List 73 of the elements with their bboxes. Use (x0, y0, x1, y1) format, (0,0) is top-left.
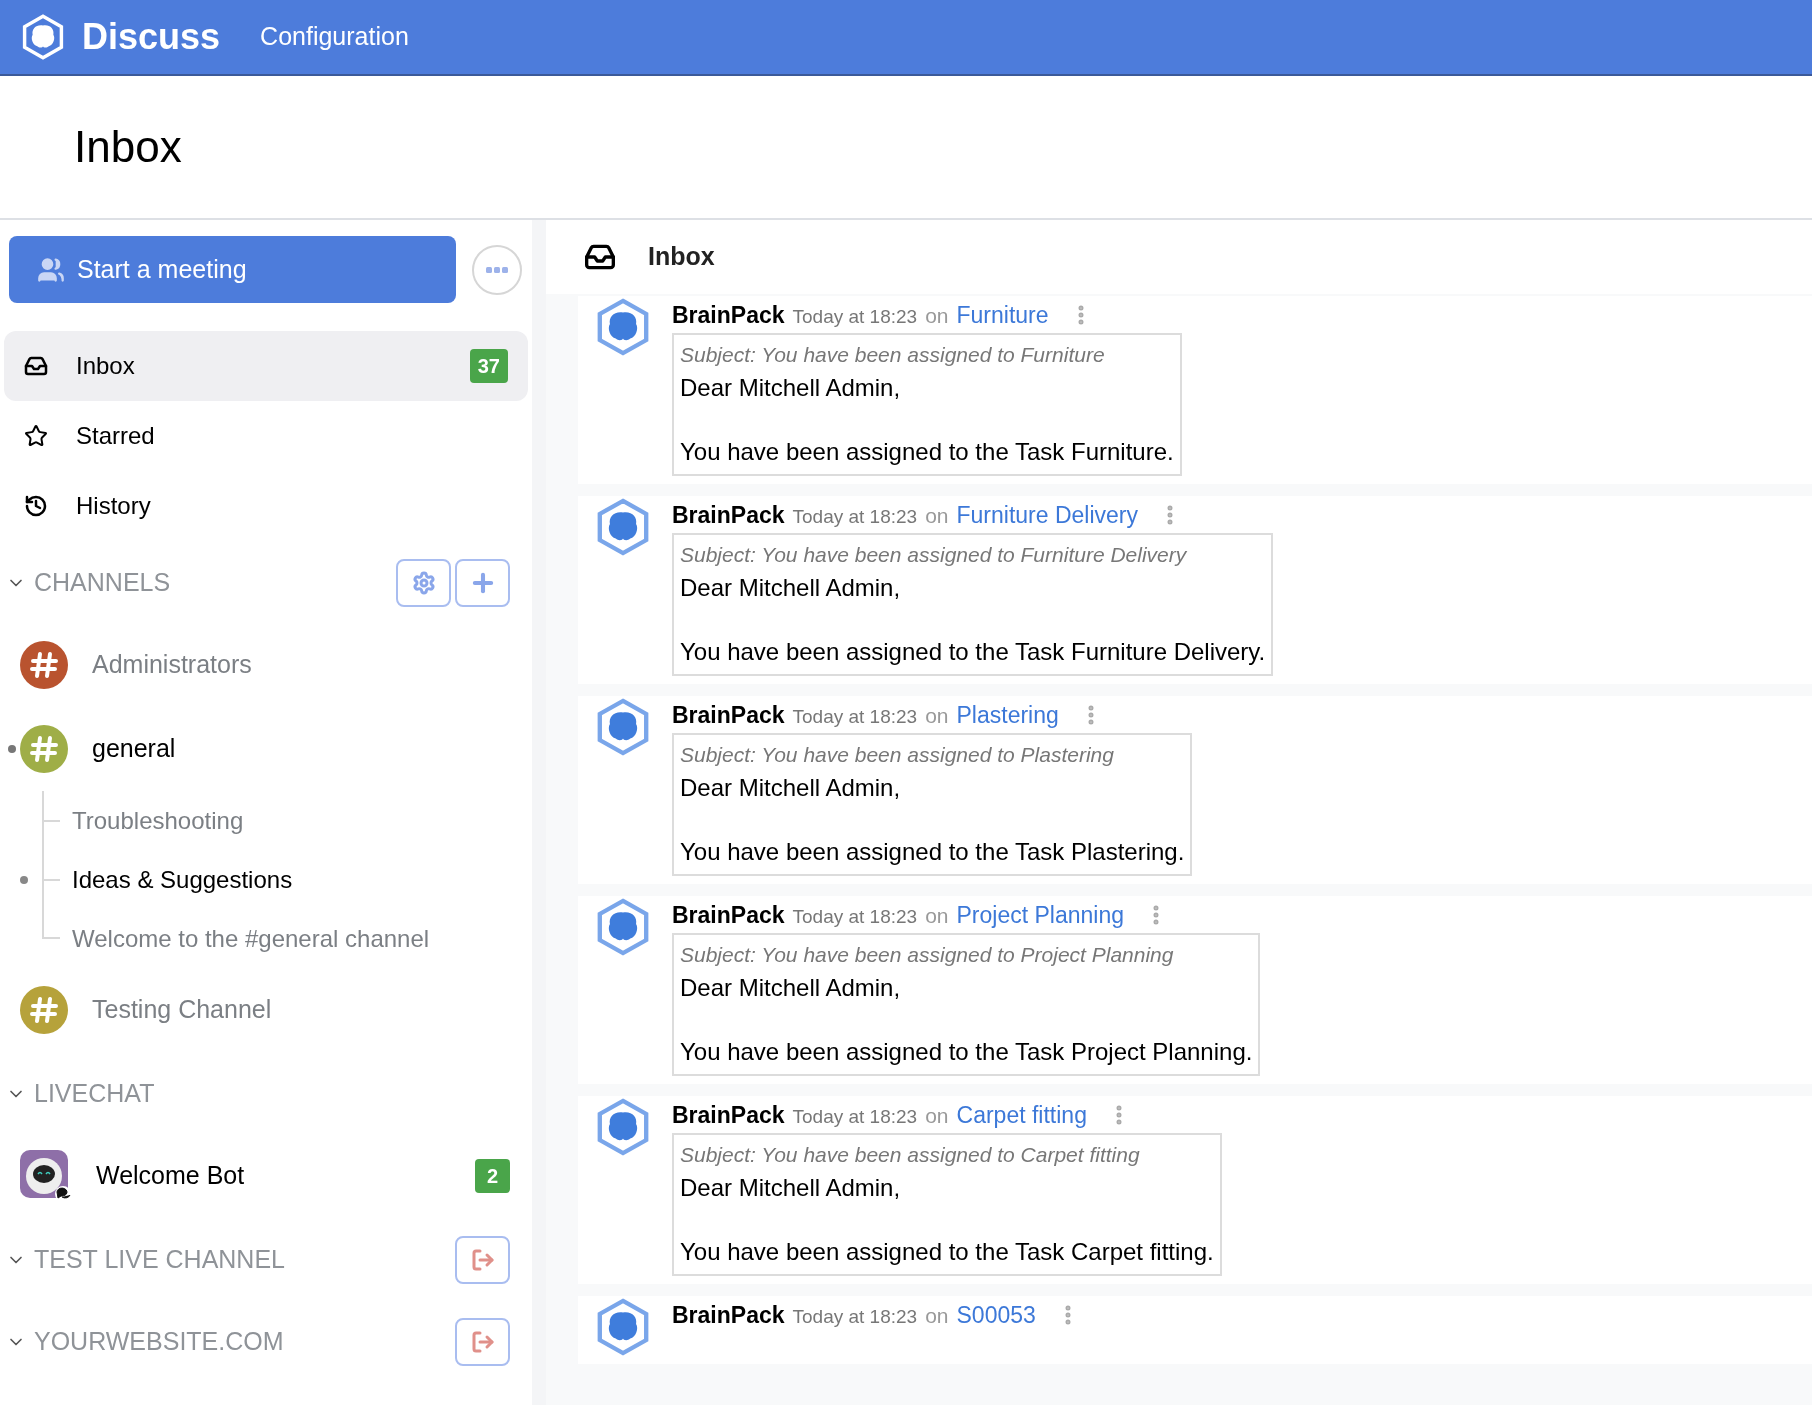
navbar-menu-link[interactable]: Configuration (260, 18, 409, 56)
author-name: BrainPack (672, 301, 785, 330)
section-toggle[interactable]: YOURWEBSITE.COM (6, 1323, 447, 1361)
record-link[interactable]: Furniture Delivery (956, 498, 1139, 533)
message-subject: Subject: You have been assigned to Project Planning (680, 941, 1175, 968)
message-greeting: Dear Mitchell Admin, (680, 573, 902, 603)
section-toggle[interactable]: LIVECHAT (6, 1075, 502, 1113)
message-text: You have been assigned to the Task Plastering. (680, 837, 1185, 867)
sub-channel-item[interactable]: Troubleshooting (72, 802, 244, 839)
on-label: on (925, 1103, 949, 1129)
unread-count-badge: 2 (474, 1159, 510, 1193)
mailbox-item[interactable]: Starred (4, 401, 528, 471)
page-title: Inbox (74, 121, 182, 173)
message-greeting: Dear Mitchell Admin, (680, 1173, 902, 1203)
inbox-icon (24, 354, 48, 378)
message-subject: Subject: You have been assigned to Furniture (680, 341, 1106, 368)
message-subject: Subject: You have been assigned to Furniture Delivery (680, 541, 1188, 568)
message-text: You have been assigned to the Task Furniture. (680, 437, 1174, 467)
author-name: BrainPack (672, 1101, 785, 1130)
sub-channel-item[interactable]: Ideas & Suggestions (72, 861, 293, 898)
record-link[interactable]: Plastering (956, 698, 1059, 733)
on-label: on (925, 503, 949, 529)
channel-item[interactable]: general (92, 730, 510, 768)
app-name[interactable]: Discuss (82, 10, 221, 64)
message-date: Today at 18:23 (792, 505, 918, 529)
bot-avatar-icon (20, 1150, 72, 1202)
author-name: BrainPack (672, 1301, 785, 1330)
more-options-button[interactable] (472, 244, 522, 295)
message-greeting: Dear Mitchell Admin, (680, 773, 902, 803)
message-text: You have been assigned to the Task Carpet fitting. (680, 1237, 1214, 1267)
leave-button[interactable] (455, 1318, 510, 1366)
channel-item[interactable]: Administrators (92, 646, 510, 684)
ellipsis-icon (486, 266, 508, 273)
settings-button[interactable] (396, 559, 451, 607)
record-link[interactable]: Project Planning (956, 898, 1125, 933)
author-name: BrainPack (672, 901, 785, 930)
message-subject: Subject: You have been assigned to Plastering (680, 741, 1115, 768)
brain-logo-icon (20, 14, 66, 60)
message-text: You have been assigned to the Task Project Planning. (680, 1037, 1253, 1067)
section-toggle[interactable]: CHANNELS (6, 564, 388, 602)
message-date: Today at 18:23 (792, 705, 918, 729)
mailbox-item[interactable]: Inbox 37 (4, 331, 528, 401)
history-icon (24, 494, 48, 518)
section-toggle[interactable]: TEST LIVE CHANNEL (6, 1241, 447, 1279)
add-button[interactable] (455, 559, 510, 607)
message-greeting: Dear Mitchell Admin, (680, 973, 902, 1003)
record-link[interactable]: S00053 (956, 1298, 1036, 1333)
message-date: Today at 18:23 (792, 1305, 918, 1329)
on-label: on (925, 303, 949, 329)
leave-button[interactable] (455, 1236, 510, 1284)
on-label: on (925, 1303, 949, 1329)
star-icon (24, 424, 48, 448)
thread-title: Inbox (648, 241, 715, 273)
on-label: on (925, 903, 949, 929)
author-name: BrainPack (672, 701, 785, 730)
channel-item[interactable]: Welcome Bot (96, 1157, 475, 1195)
message-date: Today at 18:23 (792, 305, 918, 329)
message-subject: Subject: You have been assigned to Carpet fitting (680, 1141, 1141, 1168)
on-label: on (925, 703, 949, 729)
message-date: Today at 18:23 (792, 1105, 918, 1129)
unread-count-badge: 37 (469, 349, 508, 383)
start-meeting-button[interactable]: Start a meeting (9, 236, 456, 303)
record-link[interactable]: Furniture (956, 298, 1049, 333)
message-date: Today at 18:23 (792, 905, 918, 929)
author-name: BrainPack (672, 501, 785, 530)
gear-icon (411, 571, 436, 595)
sub-channel-item[interactable]: Welcome to the #general channel (72, 920, 430, 957)
people-icon (37, 255, 65, 284)
message-text: You have been assigned to the Task Furniture Delivery. (680, 637, 1266, 667)
record-link[interactable]: Carpet fitting (956, 1098, 1087, 1133)
message-greeting: Dear Mitchell Admin, (680, 373, 902, 403)
mailbox-item[interactable]: History (4, 471, 528, 541)
channel-item[interactable]: Testing Channel (92, 991, 510, 1029)
